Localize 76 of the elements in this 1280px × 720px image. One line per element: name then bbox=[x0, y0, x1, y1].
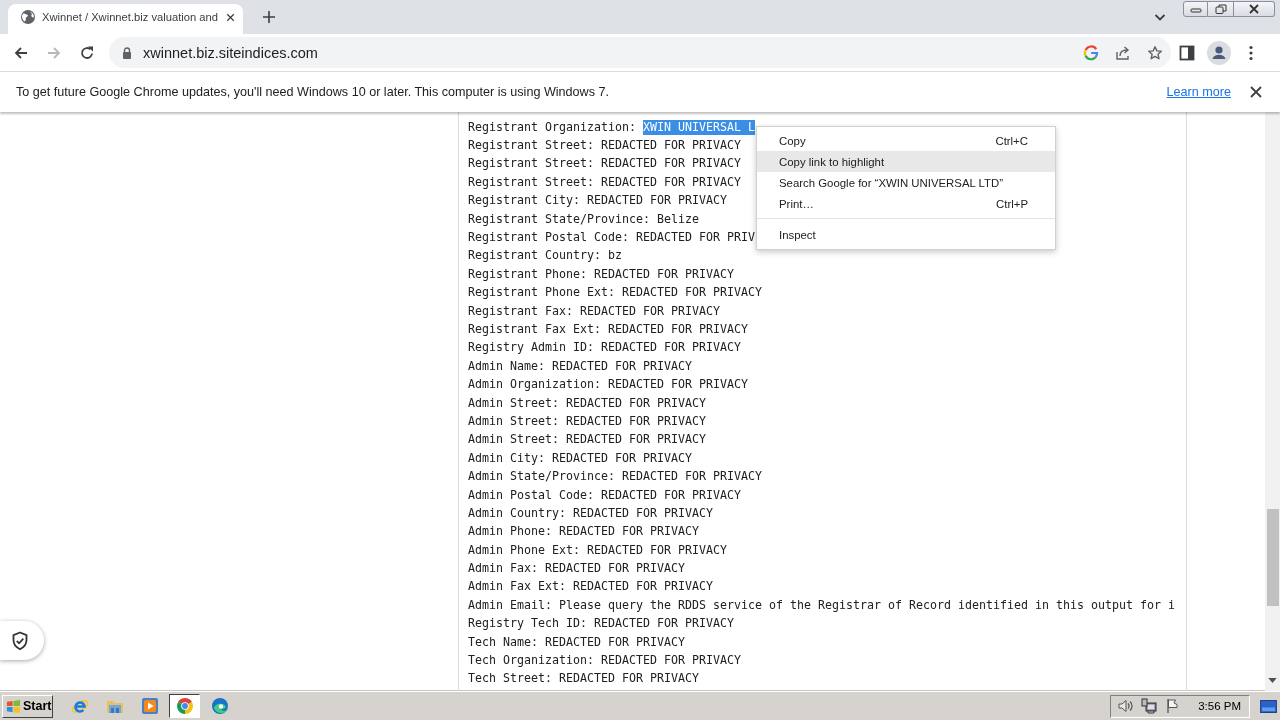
whois-line: Admin Fax Ext: REDACTED FOR PRIVACY bbox=[468, 579, 713, 595]
scrollbar[interactable] bbox=[1265, 112, 1280, 691]
whois-line: Admin Street: REDACTED FOR PRIVACY bbox=[468, 413, 706, 429]
whois-line: Admin Street: REDACTED FOR PRIVACY bbox=[468, 395, 706, 411]
infobar-message: To get future Google Chrome updates, you'll need Windows 10 or later. This computer is using Windows 7. bbox=[16, 85, 609, 99]
wave-logo-icon bbox=[210, 697, 229, 715]
menu-item[interactable]: Copy Ctrl+C bbox=[757, 130, 1055, 151]
whois-line: Registrant Phone Ext: REDACTED FOR PRIVACY bbox=[468, 285, 762, 301]
speaker-icon[interactable] bbox=[1117, 698, 1134, 714]
whois-line: Admin Country: REDACTED FOR PRIVACY bbox=[468, 505, 713, 521]
whois-line: Registrant Fax Ext: REDACTED FOR PRIVACY bbox=[468, 322, 748, 337]
whois-line: Registrant Phone: REDACTED FOR PRIVACY bbox=[468, 266, 734, 282]
whois-line: Admin State/Province: REDACTED FOR PRIVACY bbox=[468, 469, 762, 485]
whois-line: Registrant Fax: REDACTED FOR PRIVACY bbox=[468, 303, 720, 319]
whois-line: Admin Name: REDACTED FOR PRIVACY bbox=[468, 358, 692, 374]
whois-line: Admin Fax: REDACTED FOR PRIVACY bbox=[468, 561, 685, 577]
avatar-icon[interactable] bbox=[1207, 40, 1231, 65]
close-icon[interactable] bbox=[1248, 84, 1264, 100]
back-arrow-icon[interactable] bbox=[13, 44, 29, 61]
globe-icon bbox=[20, 9, 36, 25]
taskbar-app-button[interactable] bbox=[169, 694, 200, 718]
plus-icon[interactable] bbox=[261, 9, 277, 25]
whois-line: Admin Street: REDACTED FOR PRIVACY bbox=[468, 432, 706, 448]
shield-check-icon bbox=[11, 630, 29, 651]
close-icon bbox=[1248, 4, 1260, 14]
flag-logo-icon bbox=[6, 698, 21, 714]
close-button[interactable] bbox=[1234, 1, 1275, 17]
whois-line: Tech Street: REDACTED FOR PRIVACY bbox=[468, 671, 699, 687]
shield-button[interactable] bbox=[0, 621, 44, 660]
whois-line: Admin Organization: REDACTED FOR PRIVACY bbox=[468, 377, 748, 393]
reload-icon[interactable] bbox=[79, 44, 95, 61]
star-icon[interactable] bbox=[1147, 44, 1163, 61]
whois-line: Registry Tech ID: REDACTED FOR PRIVACY bbox=[468, 616, 734, 632]
whois-line: Registrant Country: bz bbox=[468, 248, 622, 264]
whois-line: Admin Phone: REDACTED FOR PRIVACY bbox=[468, 524, 699, 540]
restore-button[interactable] bbox=[1208, 1, 1234, 17]
g-logo-icon[interactable] bbox=[1083, 44, 1099, 61]
whois-line: Tech Organization: REDACTED FOR PRIVACY bbox=[468, 653, 741, 668]
whois-line: Admin Phone Ext: REDACTED FOR PRIVACY bbox=[468, 542, 727, 558]
whois-line: Registrant Street: REDACTED FOR PRIVACY bbox=[468, 138, 741, 154]
selected-text: XWIN UNIVERSAL L bbox=[643, 119, 755, 135]
circle-logo-icon bbox=[175, 697, 194, 715]
e-logo-icon bbox=[70, 697, 89, 715]
whois-line: Registrant Street: REDACTED FOR PRIVACY bbox=[468, 174, 741, 190]
whois-line: Registry Admin ID: REDACTED FOR PRIVACY bbox=[468, 340, 741, 356]
whois-line: Registrant State/Province: Belize bbox=[468, 211, 699, 227]
side-panel-icon[interactable] bbox=[1179, 44, 1195, 61]
browser-tab[interactable]: Xwinnet / Xwinnet.biz valuation and bbox=[8, 4, 243, 34]
learn-more-link[interactable]: Learn more bbox=[1166, 85, 1231, 99]
show-desktop-icon[interactable] bbox=[1260, 699, 1277, 713]
keyboard-shortcut: Ctrl+C bbox=[995, 134, 1028, 147]
menu-icon[interactable] bbox=[1249, 44, 1253, 61]
menu-item[interactable]: Inspect bbox=[757, 224, 1055, 245]
whois-line: Registrant Postal Code: REDACTED FOR PRIV bbox=[468, 230, 755, 246]
minimize-button[interactable] bbox=[1183, 1, 1208, 17]
menu-item[interactable]: Search Google for “XWIN UNIVERSAL LTD” bbox=[757, 172, 1055, 193]
whois-line: Admin Postal Code: REDACTED FOR PRIVACY bbox=[468, 487, 741, 503]
share-icon[interactable] bbox=[1115, 44, 1131, 61]
whois-line: Registrant Organization: bbox=[468, 119, 636, 135]
whois-line: Tech Name: REDACTED FOR PRIVACY bbox=[468, 634, 685, 650]
whois-line: Admin Email: Please query the RDDS service of the Registrar of Record identified in this output for i bbox=[468, 597, 1175, 613]
scroll-down-arrow-icon[interactable] bbox=[1268, 678, 1277, 683]
address-bar[interactable]: xwinnet.biz.siteindices.com bbox=[109, 37, 1171, 68]
start-button[interactable]: Start bbox=[2, 694, 53, 718]
whois-line: Admin City: REDACTED FOR PRIVACY bbox=[468, 450, 692, 466]
tray-clock[interactable]: 3:56 PM bbox=[1198, 700, 1241, 712]
whois-line: Registrant City: REDACTED FOR PRIVACY bbox=[468, 193, 727, 209]
scrollbar-thumb[interactable] bbox=[1266, 509, 1279, 606]
whois-line: Registrant Street: REDACTED FOR PRIVACY bbox=[468, 156, 741, 172]
restore-icon bbox=[1214, 4, 1227, 14]
network-icon[interactable] bbox=[1141, 698, 1158, 714]
menu-item[interactable]: Copy link to highlight bbox=[757, 151, 1055, 172]
lock-icon bbox=[122, 46, 132, 59]
menu-item[interactable]: Print… Ctrl+P bbox=[757, 193, 1055, 214]
keyboard-shortcut: Ctrl+P bbox=[996, 197, 1028, 210]
play-icon bbox=[140, 697, 159, 715]
